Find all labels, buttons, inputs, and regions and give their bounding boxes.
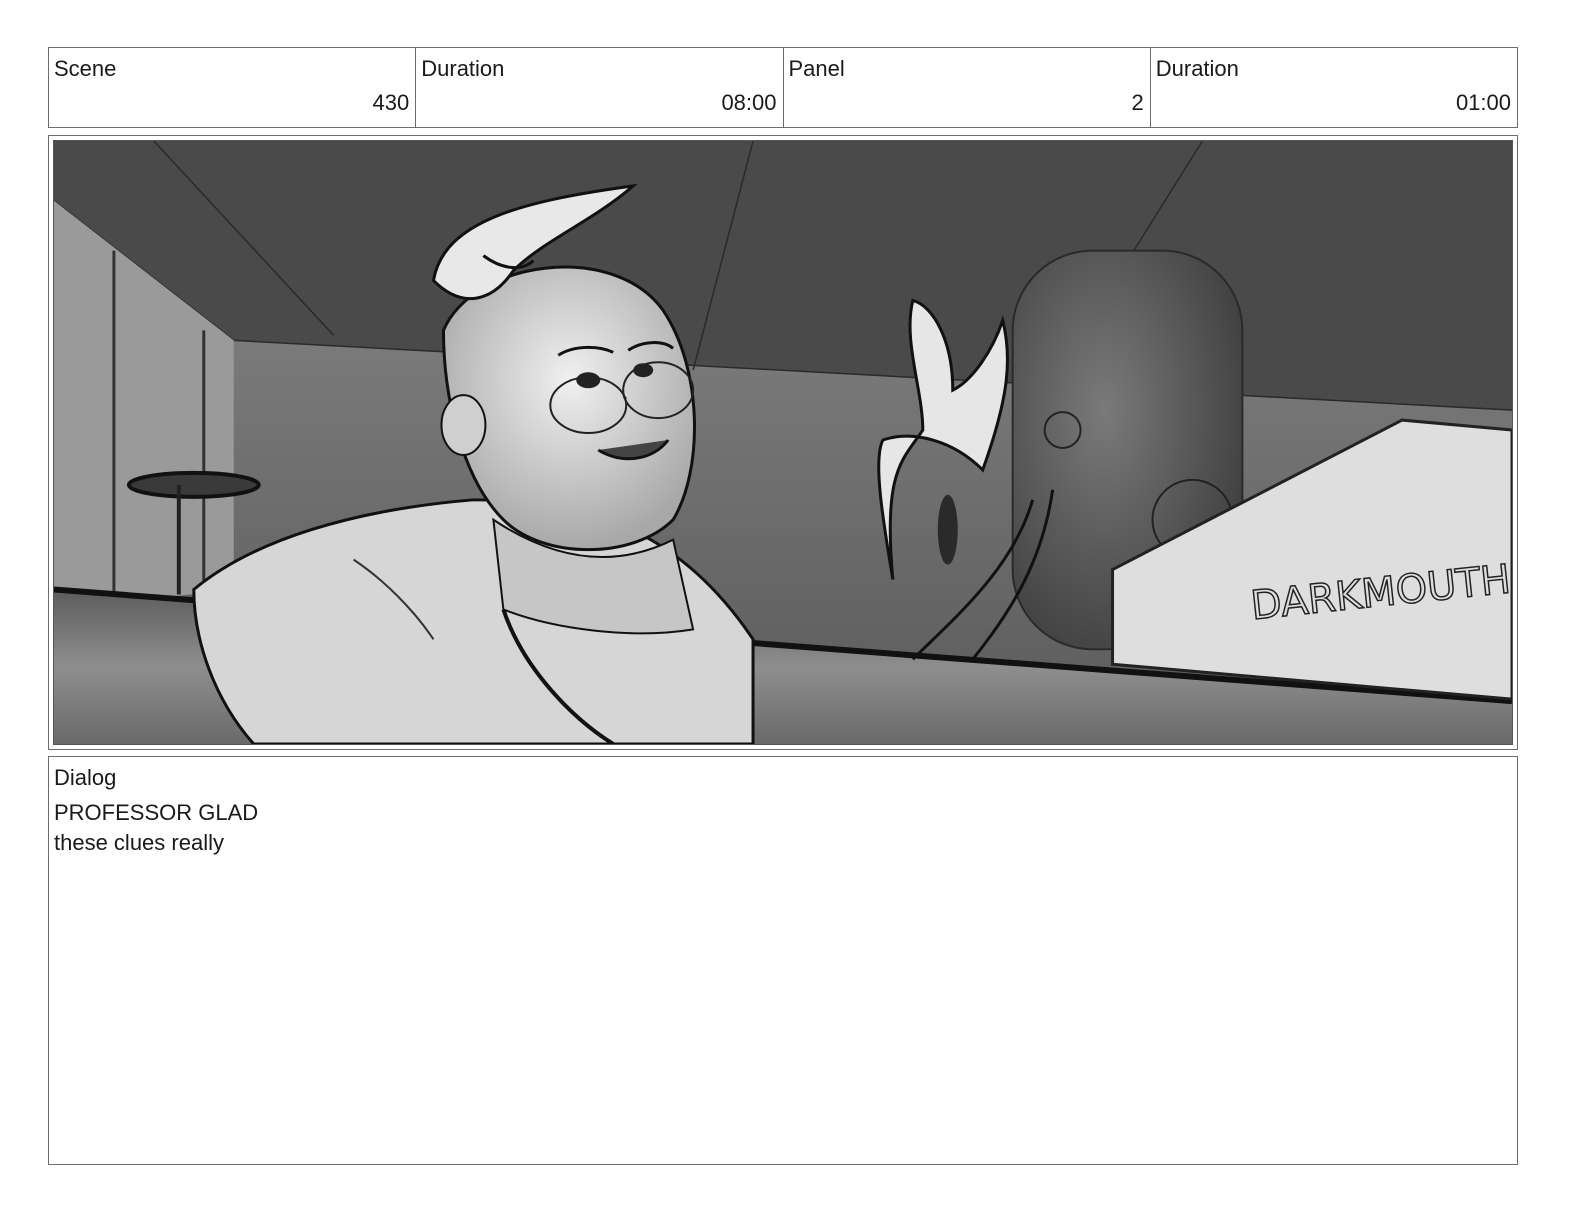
panel-duration-value: 01:00 <box>1455 90 1511 115</box>
panel-duration-cell: Duration 01:00 <box>1151 48 1517 127</box>
panel-duration-label: Duration <box>1155 56 1239 81</box>
dialog-label: Dialog <box>54 765 117 790</box>
dialog-speaker: PROFESSOR GLAD <box>54 800 259 825</box>
scene-value: 430 <box>372 90 410 115</box>
scene-cell: Scene 430 <box>49 48 417 127</box>
panel-frame: DARKMOUTH <box>48 135 1518 750</box>
scene-duration-label: Duration <box>421 56 505 81</box>
header-row: Scene 430 Duration 08:00 Panel 2 Duratio… <box>48 47 1518 128</box>
dialog-box: Dialog PROFESSOR GLAD these clues really <box>48 756 1518 1165</box>
panel-cell: Panel 2 <box>784 48 1151 127</box>
dialog-line: these clues really <box>54 830 224 855</box>
storyboard-sketch-image: DARKMOUTH <box>53 140 1513 745</box>
panel-label: Panel <box>788 56 845 81</box>
scene-label: Scene <box>54 56 117 81</box>
sketch-illustration: DARKMOUTH <box>54 141 1512 744</box>
panel-value: 2 <box>1131 90 1144 115</box>
stool-top <box>126 470 261 499</box>
scene-duration-value: 08:00 <box>721 90 777 115</box>
scene-duration-cell: Duration 08:00 <box>416 48 784 127</box>
